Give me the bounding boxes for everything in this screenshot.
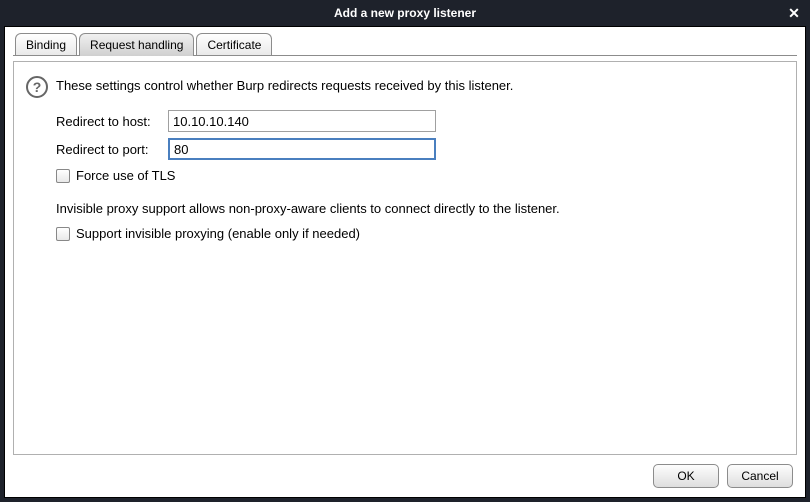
invisible-proxy-description: Invisible proxy support allows non-proxy… [56, 201, 784, 216]
titlebar: Add a new proxy listener ✕ [0, 0, 810, 26]
cancel-button[interactable]: Cancel [727, 464, 793, 488]
redirect-host-input[interactable] [168, 110, 436, 132]
tab-label: Certificate [207, 38, 261, 52]
invisible-proxy-label: Support invisible proxying (enable only … [76, 226, 360, 241]
window-title: Add a new proxy listener [334, 6, 476, 20]
tab-bar: Binding Request handling Certificate [5, 27, 805, 55]
redirect-port-input[interactable] [168, 138, 436, 160]
dialog-window: Add a new proxy listener ✕ Binding Reque… [0, 0, 810, 502]
ok-button[interactable]: OK [653, 464, 719, 488]
tab-request-handling[interactable]: Request handling [79, 33, 194, 56]
panel-description: These settings control whether Burp redi… [56, 76, 513, 93]
help-icon[interactable]: ? [26, 76, 48, 98]
dialog-footer: OK Cancel [5, 455, 805, 497]
redirect-host-label: Redirect to host: [56, 114, 168, 129]
button-label: OK [677, 469, 694, 483]
tab-certificate[interactable]: Certificate [196, 33, 272, 56]
tab-binding[interactable]: Binding [15, 33, 77, 56]
force-tls-label: Force use of TLS [76, 168, 175, 183]
close-icon[interactable]: ✕ [786, 5, 802, 21]
dialog-client-area: Binding Request handling Certificate ? T… [4, 26, 806, 498]
tab-panel-request-handling: ? These settings control whether Burp re… [13, 61, 797, 455]
force-tls-checkbox[interactable] [56, 169, 70, 183]
button-label: Cancel [741, 469, 778, 483]
tab-label: Binding [26, 38, 66, 52]
redirect-port-label: Redirect to port: [56, 142, 168, 157]
invisible-proxy-checkbox[interactable] [56, 227, 70, 241]
force-tls-row[interactable]: Force use of TLS [56, 168, 784, 183]
tab-label: Request handling [90, 38, 183, 52]
invisible-proxy-row[interactable]: Support invisible proxying (enable only … [56, 226, 784, 241]
